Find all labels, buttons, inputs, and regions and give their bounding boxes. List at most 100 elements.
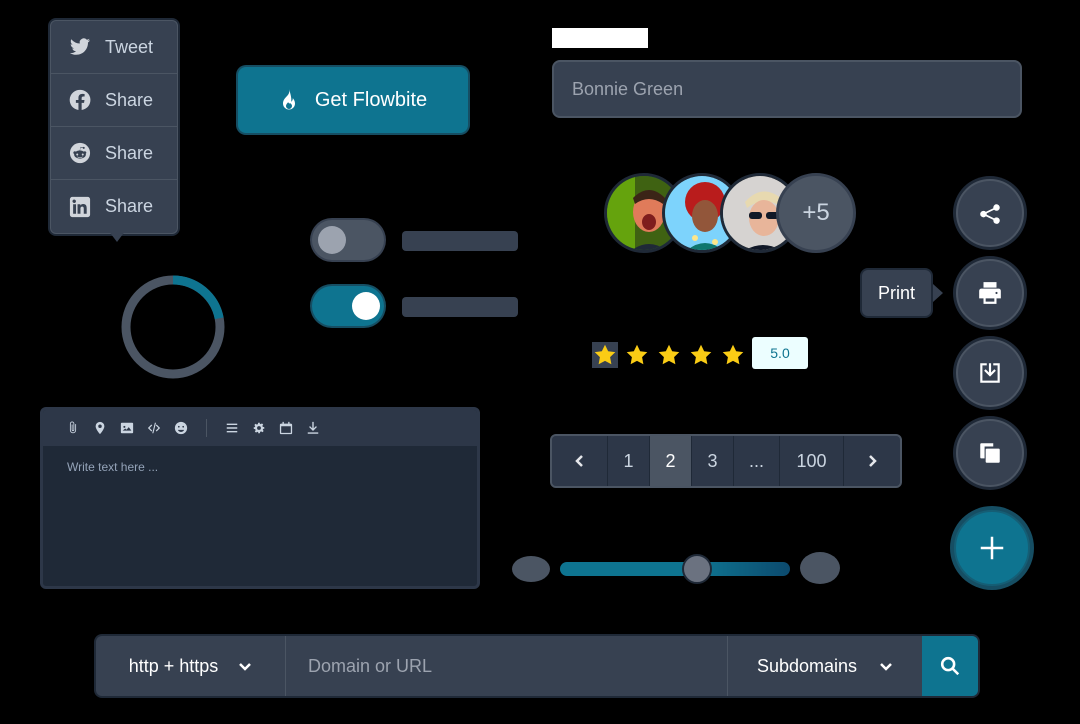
get-flowbite-label: Get Flowbite	[314, 88, 428, 111]
plus-icon	[980, 536, 1004, 560]
share-item-label: Share	[105, 142, 154, 163]
domain-search-bar: http + https Domain or URL Subdomains	[96, 636, 978, 696]
print-fab[interactable]	[956, 259, 1024, 327]
facebook-icon	[69, 89, 91, 110]
format-code-button[interactable]	[146, 420, 162, 436]
download-icon	[307, 421, 319, 434]
share-menu-arrow	[108, 230, 126, 242]
toggle-knob	[318, 226, 346, 254]
search-button[interactable]	[922, 636, 978, 696]
emoji-icon	[174, 421, 188, 435]
gear-icon	[253, 422, 265, 434]
slider-min-icon	[512, 556, 550, 582]
share-item-label: Tweet	[105, 36, 154, 57]
protocol-dropdown[interactable]: http + https	[96, 636, 286, 696]
star-icon	[722, 344, 744, 365]
next-page-button[interactable]	[844, 436, 900, 486]
editor-textarea[interactable]: Write text here ...	[43, 446, 477, 488]
star-icon	[690, 344, 712, 365]
share-icon	[980, 204, 1000, 224]
page-button[interactable]: 1	[608, 436, 650, 486]
share-item-facebook[interactable]: Share	[51, 74, 177, 127]
get-flowbite-button[interactable]: Get Flowbite	[238, 67, 468, 133]
print-tooltip: Print	[862, 270, 932, 316]
image-icon	[120, 422, 134, 434]
progress-ring	[121, 275, 225, 379]
linkedin-icon	[69, 196, 91, 217]
tooltip-arrow	[933, 284, 943, 302]
embed-map-button[interactable]	[92, 420, 108, 436]
page-number: 1	[623, 450, 634, 471]
download-fab[interactable]	[956, 339, 1024, 407]
toggle-label-blurred	[402, 297, 518, 317]
attach-file-button[interactable]	[65, 420, 81, 436]
page-button-active[interactable]: 2	[650, 436, 692, 486]
copy-icon	[980, 443, 1000, 463]
star-rating	[592, 342, 746, 368]
fire-icon	[282, 89, 295, 110]
share-item-twitter[interactable]: Tweet	[51, 21, 177, 74]
range-slider-track[interactable]	[560, 562, 790, 576]
page-ellipsis: ...	[734, 436, 780, 486]
search-icon	[940, 656, 960, 676]
share-fab[interactable]	[956, 179, 1024, 247]
paperclip-icon	[69, 421, 77, 434]
page-number: 3	[707, 450, 718, 471]
toggle-switch-off[interactable]	[312, 220, 384, 260]
printer-icon	[979, 282, 1001, 304]
pagination: 1 2 3 ... 100	[550, 434, 902, 488]
subdomains-dropdown[interactable]: Subdomains	[728, 636, 922, 696]
code-icon	[147, 422, 161, 434]
slider-max-icon	[800, 552, 840, 584]
star-icon	[592, 342, 618, 368]
download-icon	[980, 363, 1000, 383]
subdomains-label: Subdomains	[756, 655, 858, 676]
list-button[interactable]	[224, 420, 240, 436]
upload-image-button[interactable]	[119, 420, 135, 436]
settings-button[interactable]	[251, 420, 267, 436]
range-slider-thumb[interactable]	[682, 554, 712, 584]
more-avatars-count: +5	[802, 199, 830, 226]
list-icon	[226, 423, 238, 433]
download-button[interactable]	[305, 420, 321, 436]
more-avatars-badge[interactable]: +5	[776, 173, 856, 253]
editor-toolbar	[43, 410, 477, 446]
share-item-linkedin[interactable]: Share	[51, 180, 177, 233]
rating-value: 5.0	[770, 345, 790, 361]
name-input-value: Bonnie Green	[572, 78, 684, 99]
page-number: 100	[796, 450, 827, 471]
calendar-icon	[279, 421, 293, 435]
twitter-icon	[69, 38, 91, 55]
share-item-reddit[interactable]: Share	[51, 127, 177, 180]
domain-input[interactable]: Domain or URL	[286, 636, 728, 696]
field-label	[552, 28, 648, 48]
add-emoji-button[interactable]	[173, 420, 189, 436]
chevron-down-icon	[880, 663, 892, 671]
star-icon	[626, 344, 648, 365]
previous-page-button[interactable]	[552, 436, 608, 486]
text-editor: Write text here ...	[40, 407, 480, 589]
editor-placeholder: Write text here ...	[67, 460, 159, 474]
copy-fab[interactable]	[956, 419, 1024, 487]
name-input[interactable]: Bonnie Green	[552, 60, 1022, 118]
protocol-label: http + https	[128, 655, 219, 676]
toolbar-divider	[206, 419, 207, 437]
toggle-knob	[352, 292, 380, 320]
toggle-switch-on[interactable]	[312, 286, 384, 326]
share-item-label: Share	[105, 89, 154, 110]
toggle-label-blurred	[402, 231, 518, 251]
timeline-button[interactable]	[278, 420, 294, 436]
page-button[interactable]: 3	[692, 436, 734, 486]
reddit-icon	[69, 142, 91, 164]
page-button[interactable]: 100	[780, 436, 844, 486]
page-number: ...	[748, 450, 764, 471]
page-number: 2	[665, 450, 676, 471]
speed-dial-fab[interactable]	[954, 510, 1030, 586]
domain-input-placeholder: Domain or URL	[308, 655, 433, 676]
share-item-label: Share	[105, 196, 154, 216]
rating-value-badge: 5.0	[752, 337, 808, 369]
chevron-down-icon	[239, 663, 252, 671]
share-menu: Tweet Share Share Share	[50, 20, 178, 234]
map-pin-icon	[95, 421, 105, 435]
chevron-right-icon	[869, 455, 877, 467]
